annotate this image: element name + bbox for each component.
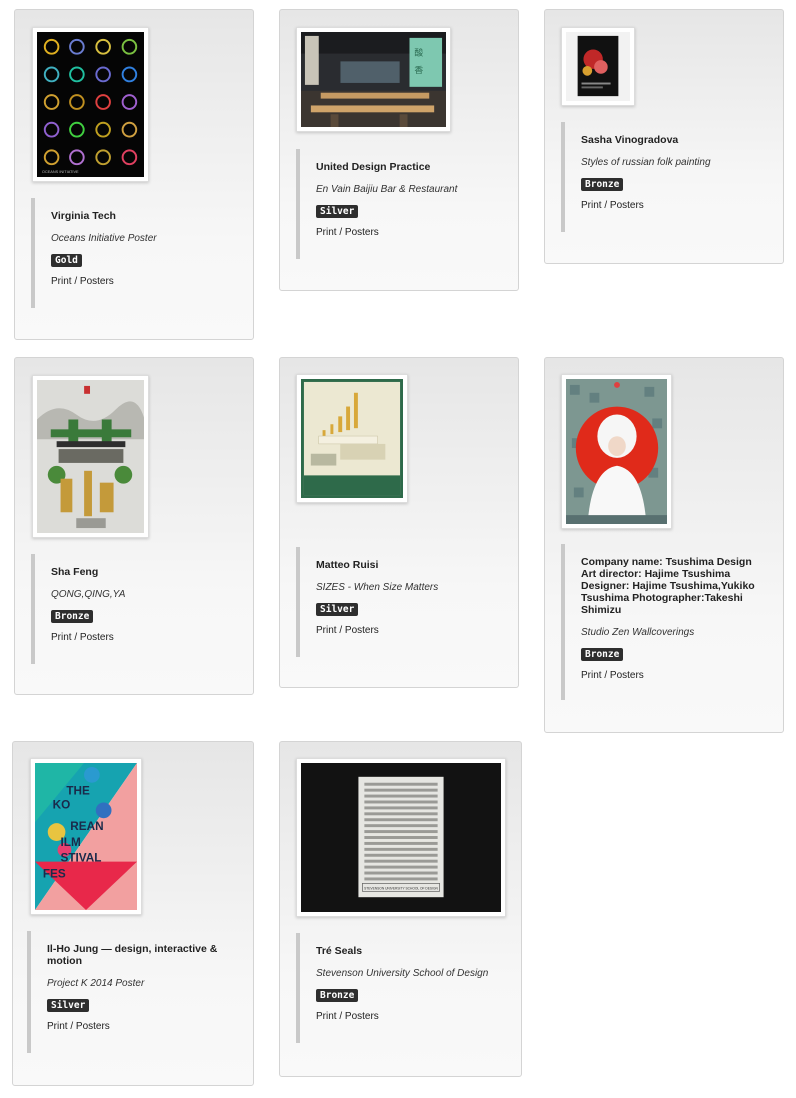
entry-project-title[interactable]: En Vain Baijiu Bar & Restaurant: [316, 184, 501, 195]
entry-info: Sha Feng QONG,QING,YA Bronze Print / Pos…: [31, 554, 236, 664]
qong-qing-ya-poster-image: [37, 380, 144, 533]
entry-card[interactable]: Matteo Ruisi SIZES - When Size Matters S…: [279, 357, 519, 688]
entry-project-title[interactable]: Styles of russian folk painting: [581, 157, 766, 168]
entry-category[interactable]: Print / Posters: [316, 227, 501, 238]
poster-caption: OCEANS INITIATIVE: [42, 169, 79, 174]
entry-category[interactable]: Print / Posters: [51, 276, 236, 287]
poster-caption: STEVENSON UNIVERSITY SCHOOL OF DESIGN: [364, 886, 438, 890]
entry-info: Virginia Tech Oceans Initiative Poster G…: [31, 198, 236, 308]
entry-thumbnail[interactable]: 酸 香: [296, 27, 451, 132]
folk-painting-poster-image: [566, 32, 630, 101]
poster-headline-line: THE: [66, 784, 90, 798]
entry-author[interactable]: Tré Seals: [316, 945, 501, 957]
entry-card[interactable]: OCEANS INITIATIVE Virginia Tech Oceans I…: [14, 9, 254, 340]
entry-author[interactable]: Matteo Ruisi: [316, 559, 501, 571]
entry-project-title[interactable]: Stevenson University School of Design: [316, 968, 501, 979]
entry-card[interactable]: Sasha Vinogradova Styles of russian folk…: [544, 9, 784, 264]
award-badge-bronze: Bronze: [581, 648, 624, 661]
entry-info: United Design Practice En Vain Baijiu Ba…: [296, 149, 501, 259]
entry-category[interactable]: Print / Posters: [47, 1021, 242, 1032]
award-badge-bronze: Bronze: [51, 610, 94, 623]
entry-thumbnail[interactable]: STEVENSON UNIVERSITY SCHOOL OF DESIGN: [296, 758, 506, 917]
poster-headline-line: STIVAL: [61, 851, 102, 865]
entry-author[interactable]: Sha Feng: [51, 566, 236, 578]
sizes-poster-image: [301, 379, 403, 498]
entry-card[interactable]: STEVENSON UNIVERSITY SCHOOL OF DESIGN Tr…: [279, 741, 522, 1077]
entry-category[interactable]: Print / Posters: [316, 1011, 501, 1022]
entry-author[interactable]: Virginia Tech: [51, 210, 236, 222]
entry-info: Il-Ho Jung — design, interactive & motio…: [27, 931, 242, 1053]
entry-info: Matteo Ruisi SIZES - When Size Matters S…: [296, 547, 501, 657]
korean-film-festival-poster-image: THE KO REAN ILM STIVAL FES: [35, 763, 137, 910]
award-badge-bronze: Bronze: [581, 178, 624, 191]
entry-project-title[interactable]: Oceans Initiative Poster: [51, 233, 236, 244]
award-badge-gold: Gold: [51, 254, 82, 267]
entry-category[interactable]: Print / Posters: [581, 670, 766, 681]
entry-thumbnail[interactable]: [561, 27, 635, 106]
svg-text:酸: 酸: [414, 48, 423, 59]
entry-category[interactable]: Print / Posters: [316, 625, 501, 636]
entry-card[interactable]: THE KO REAN ILM STIVAL FES Il-Ho Jung — …: [12, 741, 254, 1086]
entry-project-title[interactable]: Studio Zen Wallcoverings: [581, 627, 766, 638]
entry-author[interactable]: Sasha Vinogradova: [581, 134, 766, 146]
entry-thumbnail[interactable]: [296, 374, 408, 503]
poster-headline-line: FES: [43, 866, 66, 880]
restaurant-interior-image: 酸 香: [301, 32, 446, 127]
entry-card[interactable]: 酸 香 United Design Practice En Vain Baiji…: [279, 9, 519, 291]
poster-headline-line: KO: [53, 797, 71, 811]
award-badge-bronze: Bronze: [316, 989, 359, 1002]
poster-headline-line: REAN: [70, 819, 103, 833]
entry-category[interactable]: Print / Posters: [581, 200, 766, 211]
entry-info: Tré Seals Stevenson University School of…: [296, 933, 501, 1043]
poster-headline-line: ILM: [61, 835, 81, 849]
award-badge-silver: Silver: [47, 999, 90, 1012]
entry-project-title[interactable]: SIZES - When Size Matters: [316, 582, 501, 593]
entry-card[interactable]: Company name: Tsushima Design Art direct…: [544, 357, 784, 733]
entry-thumbnail[interactable]: OCEANS INITIATIVE: [32, 27, 149, 182]
award-badge-silver: Silver: [316, 205, 359, 218]
entry-thumbnail[interactable]: [561, 374, 672, 529]
entry-author[interactable]: United Design Practice: [316, 161, 501, 173]
entry-category[interactable]: Print / Posters: [51, 632, 236, 643]
entry-thumbnail[interactable]: THE KO REAN ILM STIVAL FES: [30, 758, 142, 915]
type-poster-image: STEVENSON UNIVERSITY SCHOOL OF DESIGN: [301, 763, 501, 912]
award-badge-silver: Silver: [316, 603, 359, 616]
entry-project-title[interactable]: Project K 2014 Poster: [47, 978, 242, 989]
entry-thumbnail[interactable]: [32, 375, 149, 538]
entry-info: Sasha Vinogradova Styles of russian folk…: [561, 122, 766, 232]
entry-author[interactable]: Il-Ho Jung — design, interactive & motio…: [47, 943, 242, 967]
entry-author[interactable]: Company name: Tsushima Design Art direct…: [581, 556, 766, 616]
studio-zen-poster-image: [566, 379, 667, 524]
svg-text:香: 香: [414, 65, 423, 76]
entry-card[interactable]: Sha Feng QONG,QING,YA Bronze Print / Pos…: [14, 357, 254, 695]
entry-info: Company name: Tsushima Design Art direct…: [561, 544, 766, 700]
entry-project-title[interactable]: QONG,QING,YA: [51, 589, 236, 600]
oceans-poster-image: OCEANS INITIATIVE: [37, 32, 144, 177]
